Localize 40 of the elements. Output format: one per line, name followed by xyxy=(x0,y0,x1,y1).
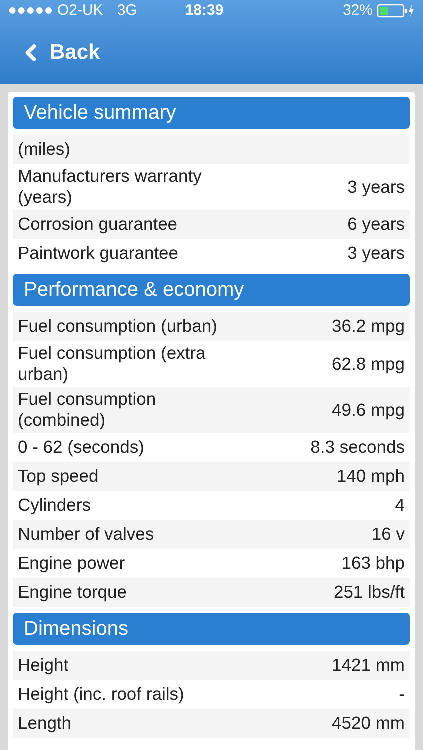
spec-value: 3 years xyxy=(348,243,405,264)
back-button[interactable]: Back xyxy=(18,37,100,69)
spec-value: 36.2 mpg xyxy=(332,316,405,337)
spec-value: 163 bhp xyxy=(342,553,405,574)
spec-value: 4520 mm xyxy=(332,713,405,734)
spec-label: Cylinders xyxy=(18,495,91,516)
section-header: Dimensions xyxy=(13,613,410,645)
spec-value: 62.8 mpg xyxy=(332,354,405,374)
spec-label: Engine torque xyxy=(18,582,127,603)
spec-label: Corrosion guarantee xyxy=(18,214,178,235)
spec-label: Top speed xyxy=(18,466,99,487)
network-label: 3G xyxy=(117,0,138,21)
spec-label: Length xyxy=(18,713,72,734)
spec-label: 0 - 62 (seconds) xyxy=(18,437,144,458)
section-header: Vehicle summary xyxy=(13,97,410,129)
spec-value: 8.3 seconds xyxy=(310,437,405,458)
spec-label: Manufacturers warranty (years) xyxy=(18,166,203,208)
spec-label: Height (inc. roof rails) xyxy=(18,684,184,705)
spec-label: Fuel consumption (combined) xyxy=(18,389,158,431)
spec-value: 16 v xyxy=(372,524,405,545)
spec-value: 4 xyxy=(395,495,405,516)
spec-label: Number of valves xyxy=(18,524,154,545)
spec-value: 49.6 mpg xyxy=(332,400,405,420)
spec-value: 251 lbs/ft xyxy=(334,582,405,603)
spec-label: Height xyxy=(18,655,69,676)
spec-label: Paintwork guarantee xyxy=(18,243,179,264)
battery-percentage: 32% xyxy=(342,0,373,21)
spec-label: Fuel consumption (extra urban) xyxy=(18,343,207,385)
clock: 18:39 xyxy=(185,0,224,21)
spec-value: 6 years xyxy=(348,214,405,235)
battery-icon xyxy=(377,4,415,18)
carrier-label: ●●●●● O2-UK xyxy=(8,0,104,21)
spec-label: Engine power xyxy=(18,553,126,574)
spec-value: 1421 mm xyxy=(332,655,405,676)
spec-label: Fuel consumption (urban) xyxy=(18,316,218,337)
spec-value: 140 mph xyxy=(336,466,405,487)
spec-label: (miles) xyxy=(18,139,70,160)
section-header: Performance & economy xyxy=(13,274,410,306)
spec-value: - xyxy=(399,684,405,705)
spec-value: 3 years xyxy=(348,176,405,198)
